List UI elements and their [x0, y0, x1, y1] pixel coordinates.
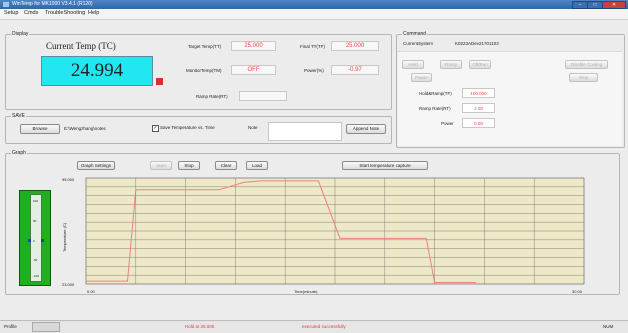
- gauge-tick-label: -50: [33, 258, 38, 262]
- profile-tab[interactable]: Profile: [4, 324, 17, 329]
- save-temperature-checkbox[interactable]: ✓: [152, 125, 159, 132]
- command-group: Command CurrentSystem K0223ADev21701103 …: [396, 31, 625, 148]
- power-label: Power(%): [304, 68, 324, 73]
- temperature-gauge: 100 50 0 -50 -100: [19, 190, 51, 286]
- hold-ramp-input[interactable]: 100.000: [462, 88, 495, 98]
- temperature-chart: 95.000 23.000 0.00 30.00 Time(minute) Te…: [62, 177, 585, 294]
- save-group: SAVE Browse E:\Wengzhang\notes ✓ Save Te…: [5, 113, 392, 144]
- graph-clear-button[interactable]: Clear: [215, 161, 237, 170]
- final-temp-label: Final TT(TF): [300, 44, 325, 49]
- current-system-label: CurrentSystem: [403, 41, 434, 46]
- off-run-button[interactable]: Off/Run: [469, 60, 491, 69]
- gauge-tick-label: 0: [33, 239, 35, 243]
- power-input[interactable]: 0.00: [462, 118, 495, 128]
- ramp-rate-field: [239, 91, 287, 101]
- menu-bar: Setup Cmds TroubleShooting Help: [0, 9, 628, 20]
- current-temp-display: 24.994: [41, 56, 153, 86]
- graph-stop-button[interactable]: Stop: [178, 161, 200, 170]
- display-group: Display Current Temp (TC) 24.994 Target …: [5, 31, 392, 110]
- ramp-rate-cmd-label: Ramp Rate(RT): [419, 106, 451, 111]
- gauge-marker-right: [41, 239, 44, 242]
- pause-button[interactable]: Pause: [411, 73, 432, 82]
- minimize-button[interactable]: –: [572, 1, 588, 9]
- num-lock-indicator: NUM: [603, 324, 614, 329]
- save-group-label: SAVE: [11, 113, 26, 119]
- y-axis-label: Temperature (C): [62, 222, 67, 252]
- title-bar: WinTemp for MK1000 V3.4.1 (R120) – □ ✕: [0, 0, 628, 9]
- graph-settings-button[interactable]: Graph Settings: [77, 161, 115, 170]
- maximize-button[interactable]: □: [587, 1, 603, 9]
- close-button[interactable]: ✕: [602, 1, 626, 9]
- stop-command-button[interactable]: Stop: [569, 73, 598, 82]
- command-group-label: Command: [402, 31, 428, 37]
- graph-group: Graph Graph Settings Start Stop Clear Lo…: [5, 150, 620, 295]
- window-title: WinTemp for MK1000 V3.4.1 (R120): [12, 1, 93, 7]
- start-temperature-capture-button[interactable]: Start temperature capture: [342, 161, 428, 170]
- final-temp-field: 25.000: [331, 41, 379, 51]
- alarm-indicator: [156, 78, 163, 85]
- power-cmd-label: Power: [441, 121, 454, 126]
- y-top-tick-label: 95.000: [62, 177, 75, 182]
- hold-button[interactable]: Hold: [402, 60, 424, 69]
- menu-troubleshooting[interactable]: TroubleShooting: [45, 10, 85, 16]
- gauge-tick-label: -100: [33, 274, 40, 278]
- monitor-temp-label: MonitorTemp(TM): [186, 68, 222, 73]
- graph-load-button[interactable]: Load: [246, 161, 268, 170]
- menu-help[interactable]: Help: [88, 10, 99, 16]
- power-field: -0.97: [331, 65, 379, 75]
- menu-setup[interactable]: Setup: [4, 10, 18, 16]
- graph-group-label: Graph: [11, 150, 27, 156]
- status-bar: Profile Hold at 25.000 executed successf…: [0, 320, 628, 333]
- status-message-result: executed successfully: [302, 324, 346, 329]
- x-left-tick-label: 0.00: [87, 289, 96, 294]
- gauge-tick-label: 50: [33, 219, 37, 223]
- graph-start-button[interactable]: Start: [150, 161, 172, 170]
- disable-cooling-button[interactable]: Disable Cooling: [565, 60, 608, 69]
- x-right-tick-label: 30.00: [572, 289, 583, 294]
- save-path: E:\Wengzhang\notes: [64, 126, 106, 131]
- monitor-temp-field: OFF: [231, 65, 276, 75]
- ramp-button[interactable]: Ramp: [440, 60, 462, 69]
- ramp-rate-label: Ramp Rate(RT): [196, 94, 228, 99]
- app-icon: [3, 2, 9, 7]
- profile-icons: [32, 322, 60, 332]
- gauge-tick-label: 100: [33, 199, 39, 203]
- current-system-value: K0223ADev21701103: [455, 41, 499, 46]
- display-group-label: Display: [11, 31, 30, 37]
- target-temp-field: 25.000: [231, 41, 276, 51]
- target-temp-label: Target Temp(TT): [188, 44, 222, 49]
- y-bottom-tick-label: 23.000: [62, 282, 75, 287]
- hold-ramp-label: Hold&Ramp(TF): [419, 91, 452, 96]
- append-note-button[interactable]: Append Note: [346, 124, 386, 134]
- note-input[interactable]: [268, 122, 342, 141]
- status-message-hold: Hold at 25.000: [185, 324, 215, 329]
- ramp-rate-input[interactable]: 2.00: [462, 103, 495, 113]
- note-label: Note: [248, 125, 258, 130]
- browse-button[interactable]: Browse: [20, 124, 60, 134]
- save-temperature-label: Save Temperature vs. Time: [160, 125, 215, 130]
- current-temp-label: Current Temp (TC): [46, 41, 116, 51]
- x-axis-label: Time(minute): [294, 289, 318, 294]
- gauge-tube: 100 50 0 -50 -100: [28, 194, 44, 282]
- menu-cmds[interactable]: Cmds: [24, 10, 38, 16]
- gauge-marker-left: [28, 239, 31, 242]
